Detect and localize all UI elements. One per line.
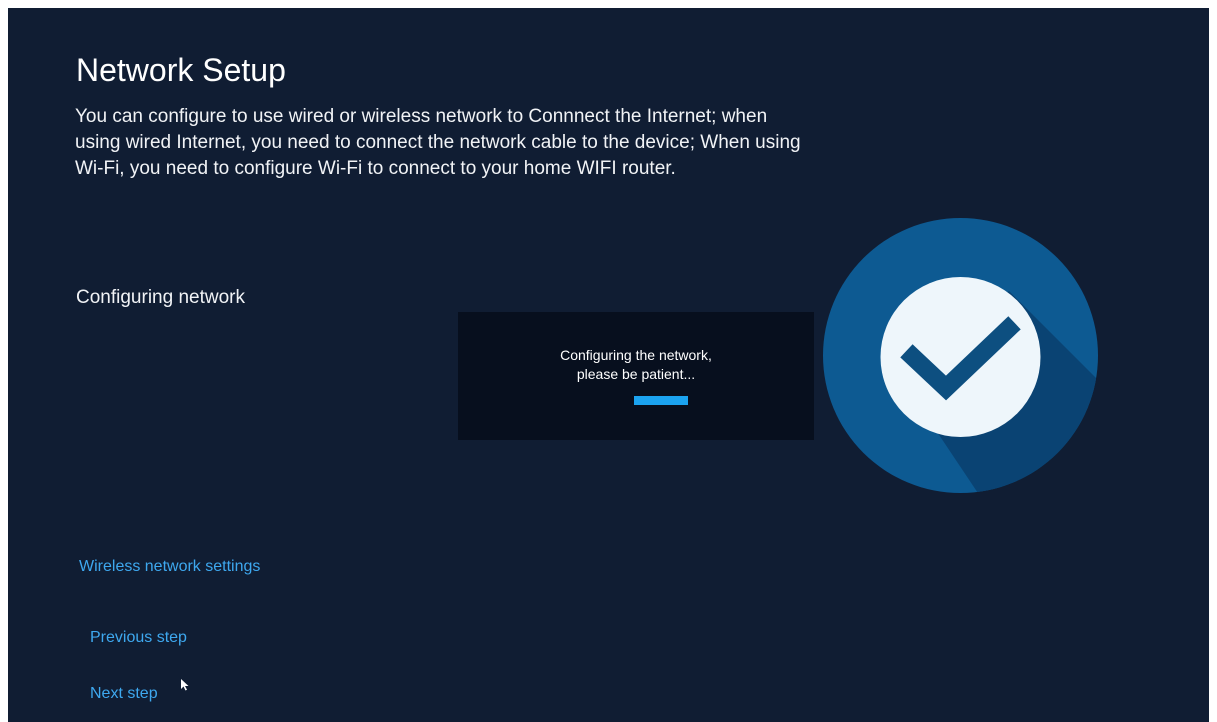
section-label: Configuring network xyxy=(76,287,245,308)
progress-bar xyxy=(634,396,688,405)
progress-fill xyxy=(634,396,688,405)
dialog-message-line2: please be patient... xyxy=(576,366,696,382)
page-description: You can configure to use wired or wirele… xyxy=(75,106,801,179)
page-title: Network Setup xyxy=(76,52,286,88)
checkmark-circle-icon xyxy=(823,218,1098,493)
mouse-cursor-icon xyxy=(181,679,189,691)
wireless-network-settings-link[interactable]: Wireless network settings xyxy=(79,558,260,576)
dialog-message: Configuring the network, please be patie… xyxy=(458,346,814,384)
progress-dialog: Configuring the network, please be patie… xyxy=(458,312,814,440)
network-setup-screen: Network Setup You can configure to use w… xyxy=(8,8,1209,722)
previous-step-button[interactable]: Previous step xyxy=(90,629,187,647)
dialog-message-line1: Configuring the network, xyxy=(560,347,712,363)
next-step-button[interactable]: Next step xyxy=(90,685,158,703)
